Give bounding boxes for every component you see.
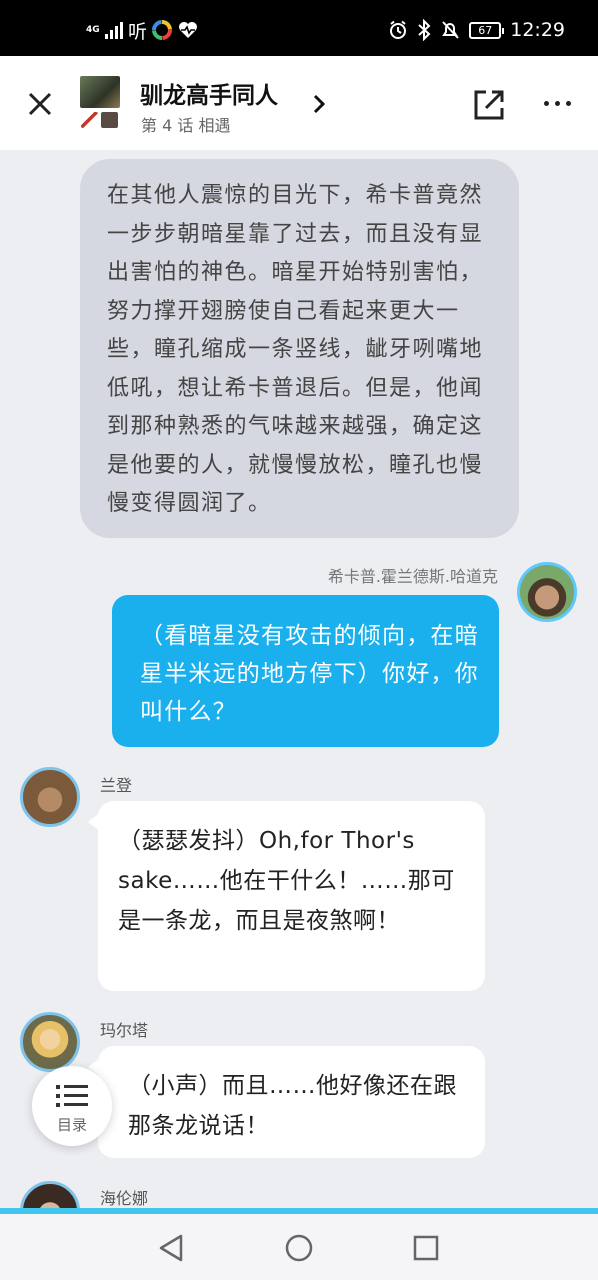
avatar[interactable] (20, 1181, 80, 1208)
signal-icon (105, 21, 123, 39)
avatar[interactable] (20, 767, 80, 827)
close-icon[interactable] (26, 90, 54, 118)
my-message-bubble: （看暗星没有攻击的倾向，在暗星半米远的地方停下）你好，你叫什么？ (112, 595, 499, 747)
color-wheel-icon (152, 20, 173, 40)
toc-label: 目录 (56, 1116, 87, 1134)
character-name: 兰登 (100, 776, 133, 795)
bluetooth-icon (418, 19, 431, 41)
avatar[interactable] (20, 1012, 80, 1072)
my-character-name: 希卡普.霍兰德斯.哈道克 (327, 567, 498, 586)
network-type: 4G (86, 24, 100, 35)
message-bubble: （瑟瑟发抖）Oh,for Thor's sake……他在干什么！……那可是一条龙… (88, 801, 485, 991)
alarm-icon (390, 20, 407, 39)
chat-area[interactable]: 在其他人震惊的目光下，希卡普竟然一步步朝暗星靠了过去，而且没有显出害怕的神色。暗… (0, 150, 598, 1208)
message-bubble: （小声）而且……他好像还在跟那条龙说话！ (88, 1046, 485, 1158)
mute-bell-icon (442, 21, 459, 39)
status-bar: 4G 听 67 12:29 (0, 0, 598, 56)
character-thumbnails (81, 112, 118, 128)
back-icon[interactable] (155, 1232, 187, 1264)
chapter-subtitle: 第 4 话 相遇 (141, 116, 231, 135)
story-cover-image[interactable] (80, 76, 120, 108)
character-name: 玛尔塔 (100, 1021, 149, 1040)
character-name: 海伦娜 (100, 1189, 149, 1208)
listen-app-label: 听 (128, 20, 148, 43)
system-nav-bar (0, 1208, 598, 1280)
status-left: 4G 听 (86, 18, 199, 43)
story-title[interactable]: 驯龙高手同人 (140, 76, 278, 110)
status-right: 67 12:29 (388, 18, 565, 42)
more-icon[interactable] (544, 101, 571, 106)
home-icon[interactable] (283, 1232, 315, 1264)
list-icon (56, 1085, 88, 1107)
table-of-contents-button[interactable]: 目录 (32, 1066, 112, 1146)
chevron-right-icon[interactable] (311, 93, 327, 115)
clock: 12:29 (510, 19, 565, 41)
narration-bubble: 在其他人震惊的目光下，希卡普竟然一步步朝暗星靠了过去，而且没有显出害怕的神色。暗… (80, 159, 519, 538)
battery-icon: 67 (469, 21, 505, 39)
recents-icon[interactable] (410, 1232, 442, 1264)
health-heart-icon (179, 22, 198, 38)
share-icon[interactable] (472, 88, 506, 122)
avatar[interactable] (517, 562, 577, 622)
top-bar: 驯龙高手同人 第 4 话 相遇 (0, 56, 598, 150)
